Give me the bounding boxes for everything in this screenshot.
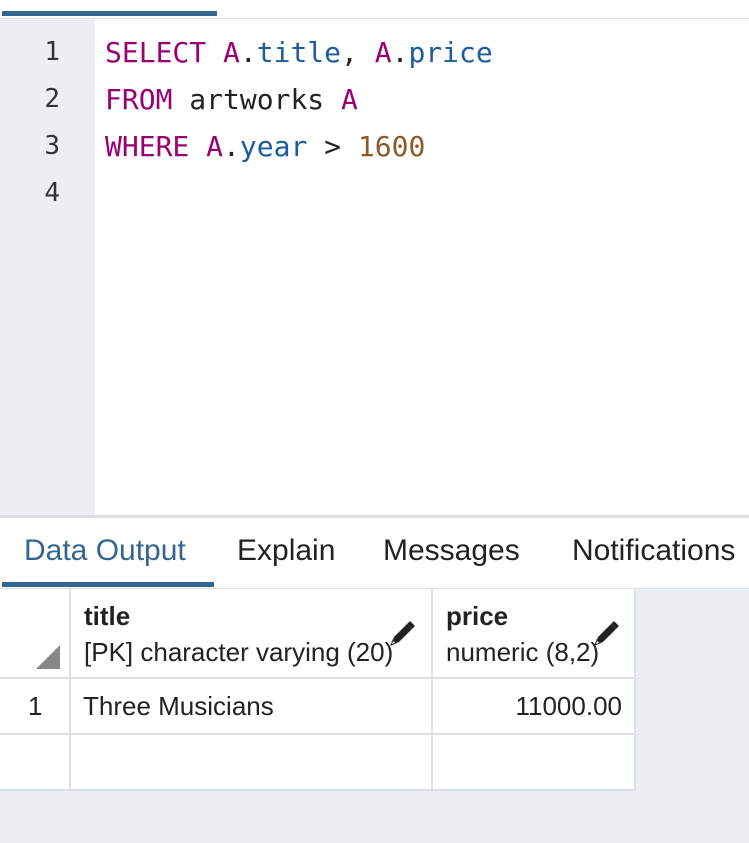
table-cell-title[interactable]: Three Musicians [71, 679, 433, 735]
line-number-1: 1 [44, 37, 60, 67]
row-number-cell[interactable]: 1 [0, 679, 71, 735]
row-number: 1 [28, 691, 43, 721]
editor-tab-strip [0, 0, 749, 19]
cell-value: 11000.00 [515, 691, 622, 721]
line-number-4: 4 [44, 178, 60, 208]
code-token: A [223, 36, 240, 69]
code-token: . [239, 36, 257, 69]
edit-pencil-icon[interactable] [387, 619, 417, 649]
select-all-icon [36, 645, 60, 669]
code-token: year [239, 130, 308, 163]
code-token: title [256, 36, 342, 69]
new-row-number-cell[interactable] [0, 735, 71, 791]
code-token: . [391, 36, 409, 69]
column-header-title[interactable]: title [PK] character varying (20) [71, 589, 433, 679]
column-name: price [446, 601, 509, 631]
column-type: [PK] character varying (20) [84, 637, 394, 667]
sql-editor[interactable]: 1 2 3 4 SELECT A.title, A.price FROM art… [0, 19, 749, 515]
code-line-2[interactable]: FROM artworks A [105, 76, 358, 123]
code-token: . [223, 130, 240, 163]
code-token: A [374, 36, 392, 69]
tab-messages[interactable]: Messages [383, 534, 520, 568]
code-token: FROM [105, 83, 173, 116]
tab-explain[interactable]: Explain [237, 534, 335, 568]
result-tabs: Data Output Explain Messages Notificatio… [0, 518, 749, 589]
code-token: , [341, 36, 375, 69]
data-grid: title [PK] character varying (20) price … [0, 589, 749, 843]
code-token: SELECT [105, 36, 207, 69]
line-number-3: 3 [44, 131, 60, 161]
code-token: A [341, 83, 358, 116]
cell-value: Three Musicians [83, 691, 274, 721]
active-result-tab-indicator [2, 582, 214, 587]
tab-data-output[interactable]: Data Output [24, 534, 186, 568]
column-name: title [84, 601, 131, 631]
code-token: 1600 [357, 130, 426, 163]
code-token: > [307, 130, 358, 163]
code-token: price [408, 36, 493, 69]
code-token: WHERE [105, 130, 190, 163]
new-row-cell-title[interactable] [71, 735, 433, 791]
select-all-corner[interactable] [0, 589, 71, 679]
code-token: A [206, 130, 224, 163]
code-line-1[interactable]: SELECT A.title, A.price [105, 29, 493, 76]
code-line-3[interactable]: WHERE A.year > 1600 [105, 123, 425, 170]
line-number-2: 2 [44, 84, 60, 114]
column-type: numeric (8,2) [446, 637, 600, 667]
line-number-gutter: 1 2 3 4 [0, 19, 95, 515]
tab-notifications[interactable]: Notifications [572, 534, 735, 568]
code-token: artworks [172, 83, 342, 116]
new-row-cell-price[interactable] [433, 735, 636, 791]
table-cell-price[interactable]: 11000.00 [433, 679, 636, 735]
active-editor-tab-indicator [2, 11, 217, 16]
edit-pencil-icon[interactable] [591, 619, 621, 649]
column-header-price[interactable]: price numeric (8,2) [433, 589, 636, 679]
